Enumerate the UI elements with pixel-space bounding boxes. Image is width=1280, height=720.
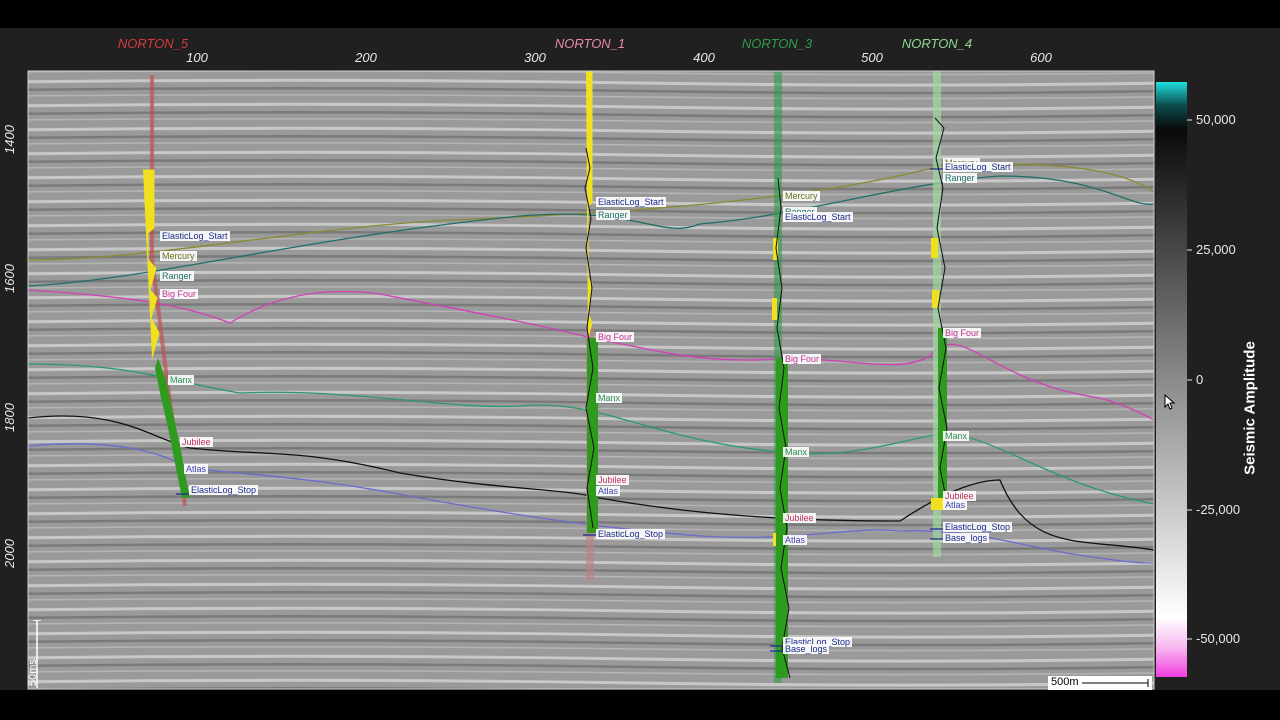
marker-label-elastic-stop: ElasticLog_Stop bbox=[189, 485, 259, 495]
mouse-cursor-icon bbox=[1164, 394, 1176, 410]
marker-label-manx: Manx bbox=[783, 447, 810, 457]
marker-label-manx: Manx bbox=[596, 393, 623, 403]
marker-label-elastic-stop: ElasticLog_Stop bbox=[943, 522, 1013, 532]
marker-label-jubilee: Jubilee bbox=[180, 437, 213, 447]
colorbar-tick: -25,000 bbox=[1196, 502, 1241, 517]
section-canvas[interactable] bbox=[0, 28, 1280, 690]
marker-label-big-four: Big Four bbox=[943, 328, 982, 338]
marker-label-jubilee: Jubilee bbox=[596, 475, 629, 485]
colorbar-title: Seismic Amplitude bbox=[1241, 341, 1259, 475]
well-title-norton1[interactable]: NORTON_1 bbox=[555, 36, 625, 51]
x-tick: 100 bbox=[186, 50, 208, 65]
colorbar[interactable] bbox=[1156, 82, 1187, 677]
x-tick: 400 bbox=[693, 50, 715, 65]
marker-label-base-logs: Base_logs bbox=[783, 644, 830, 654]
horizontal-scale-bar: 500m bbox=[1048, 676, 1152, 690]
marker-label-elastic-stop: ElasticLog_Stop bbox=[596, 529, 666, 539]
marker-label-big-four: Big Four bbox=[596, 332, 635, 342]
marker-label-big-four: Big Four bbox=[160, 289, 199, 299]
colorbar-tick: 50,000 bbox=[1196, 112, 1236, 127]
y-tick: 1600 bbox=[2, 264, 17, 293]
marker-label-ranger: Ranger bbox=[596, 210, 630, 220]
y-tick: 2000 bbox=[2, 539, 17, 568]
x-tick: 300 bbox=[524, 50, 546, 65]
well-section-app: NORTON_5 NORTON_1 NORTON_3 NORTON_4 100 … bbox=[0, 0, 1280, 720]
marker-label-atlas: Atlas bbox=[596, 486, 621, 496]
seismic-well-section-viewer[interactable]: NORTON_5 NORTON_1 NORTON_3 NORTON_4 100 … bbox=[0, 28, 1280, 690]
vertical-scale-bar: 50ms bbox=[27, 620, 43, 688]
marker-label-elastic-start: ElasticLog_Start bbox=[943, 162, 1013, 172]
colorbar-ticks bbox=[1187, 119, 1192, 640]
marker-label-atlas: Atlas bbox=[943, 500, 968, 510]
marker-label-mercury: Mercury bbox=[160, 251, 197, 261]
vertical-scale-label: 50ms bbox=[27, 659, 39, 686]
marker-label-atlas: Atlas bbox=[783, 535, 808, 545]
marker-label-elastic-start: ElasticLog_Start bbox=[596, 197, 666, 207]
colorbar-tick: 0 bbox=[1196, 372, 1204, 387]
marker-label-elastic-start: ElasticLog_Start bbox=[783, 212, 853, 222]
y-tick: 1400 bbox=[2, 125, 17, 154]
x-tick: 500 bbox=[861, 50, 883, 65]
well-title-norton4[interactable]: NORTON_4 bbox=[902, 36, 972, 51]
marker-label-manx: Manx bbox=[168, 375, 195, 385]
marker-label-elastic-start: ElasticLog_Start bbox=[160, 231, 230, 241]
colorbar-tick: 25,000 bbox=[1196, 242, 1236, 257]
marker-label-ranger: Ranger bbox=[160, 271, 194, 281]
y-tick: 1800 bbox=[2, 403, 17, 432]
marker-label-ranger: Ranger bbox=[943, 173, 977, 183]
well-title-norton5[interactable]: NORTON_5 bbox=[118, 36, 188, 51]
colorbar-tick: -50,000 bbox=[1196, 631, 1241, 646]
x-tick: 600 bbox=[1030, 50, 1052, 65]
marker-label-base-logs: Base_logs bbox=[943, 533, 990, 543]
marker-label-atlas: Atlas bbox=[184, 464, 209, 474]
well-title-norton3[interactable]: NORTON_3 bbox=[742, 36, 812, 51]
marker-label-mercury: Mercury bbox=[783, 191, 820, 201]
marker-label-jubilee: Jubilee bbox=[783, 513, 816, 523]
marker-label-big-four: Big Four bbox=[783, 354, 822, 364]
x-tick: 200 bbox=[355, 50, 377, 65]
well-log-norton4-green bbox=[938, 328, 947, 498]
marker-label-manx: Manx bbox=[943, 431, 970, 441]
